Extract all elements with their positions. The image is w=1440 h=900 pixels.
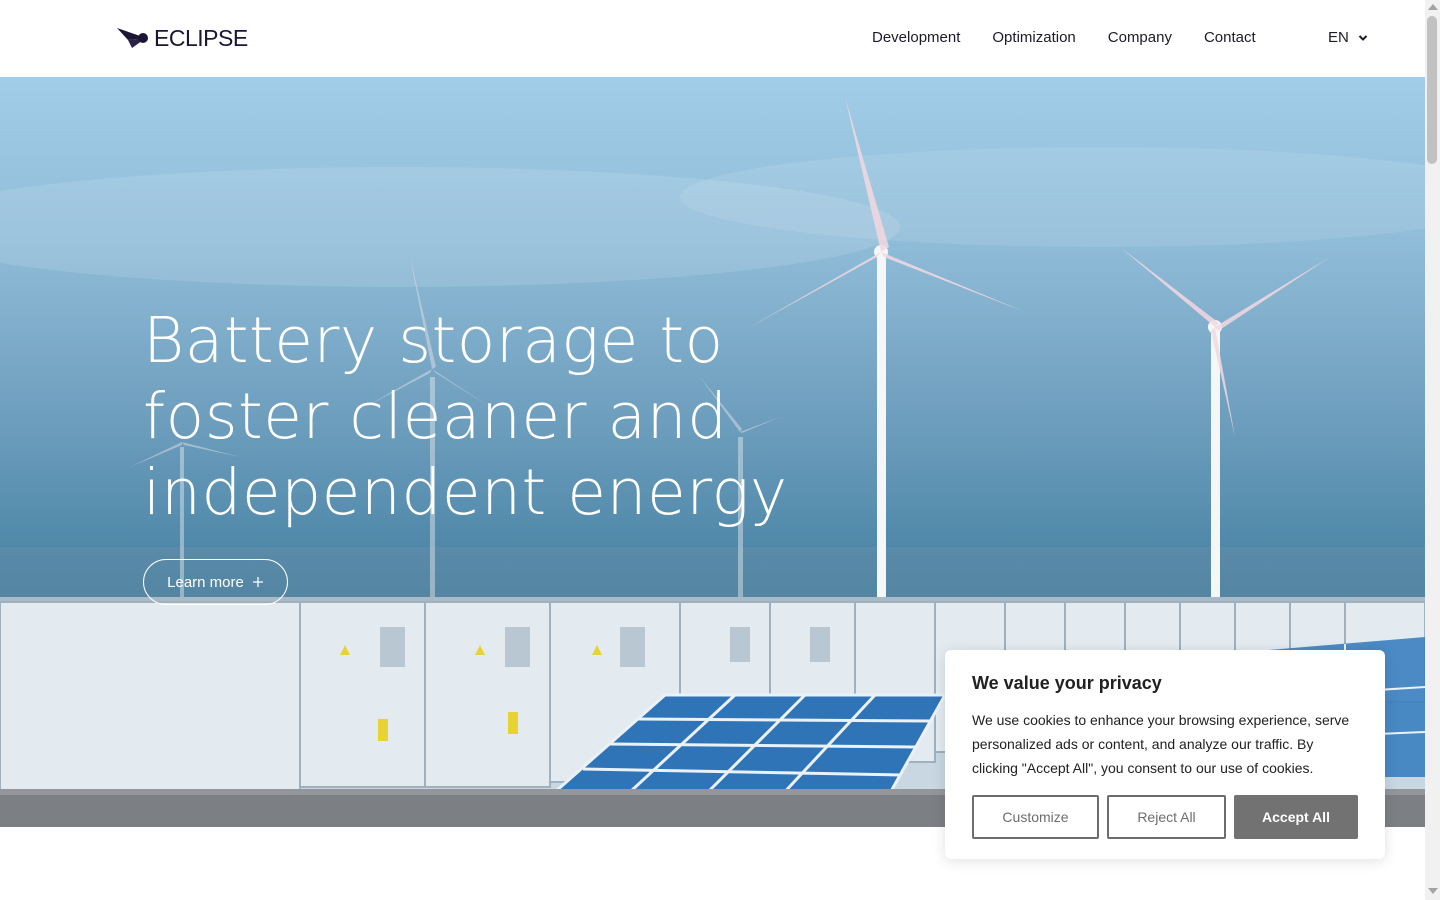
chevron-down-icon (1358, 35, 1368, 41)
eclipse-logo-icon (117, 28, 148, 48)
nav-item-development[interactable]: Development (872, 28, 960, 48)
plus-icon (252, 577, 263, 587)
scroll-up-arrow-icon[interactable] (1428, 4, 1438, 10)
main-nav: Development Optimization Company Contact (872, 28, 1256, 48)
site-header: ECLIPSE Development Optimization Company… (0, 0, 1425, 77)
nav-item-contact[interactable]: Contact (1204, 28, 1256, 48)
language-selector[interactable]: EN (1328, 28, 1369, 48)
accept-all-button[interactable]: Accept All (1234, 795, 1358, 839)
cookie-consent-banner: We value your privacy We use cookies to … (945, 650, 1385, 859)
logo-link[interactable]: ECLIPSE (116, 26, 248, 50)
logo-text: ECLIPSE (154, 25, 248, 51)
learn-more-label: Learn more (167, 573, 244, 591)
cookie-body: We use cookies to enhance your browsing … (972, 712, 1350, 776)
cookie-actions: Customize Reject All Accept All (972, 795, 1358, 839)
scroll-down-arrow-icon[interactable] (1428, 888, 1438, 894)
reject-all-button[interactable]: Reject All (1107, 795, 1226, 839)
nav-item-company[interactable]: Company (1108, 28, 1172, 48)
scrollbar-thumb[interactable] (1427, 16, 1437, 164)
cookie-title: We value your privacy (972, 673, 1162, 693)
customize-button[interactable]: Customize (972, 795, 1099, 839)
language-label: EN (1328, 29, 1349, 46)
learn-more-button[interactable]: Learn more (143, 559, 288, 605)
hero-title: Battery storage to foster cleaner and in… (143, 304, 788, 529)
page-scrollbar[interactable] (1425, 0, 1440, 900)
nav-item-optimization[interactable]: Optimization (992, 28, 1075, 48)
